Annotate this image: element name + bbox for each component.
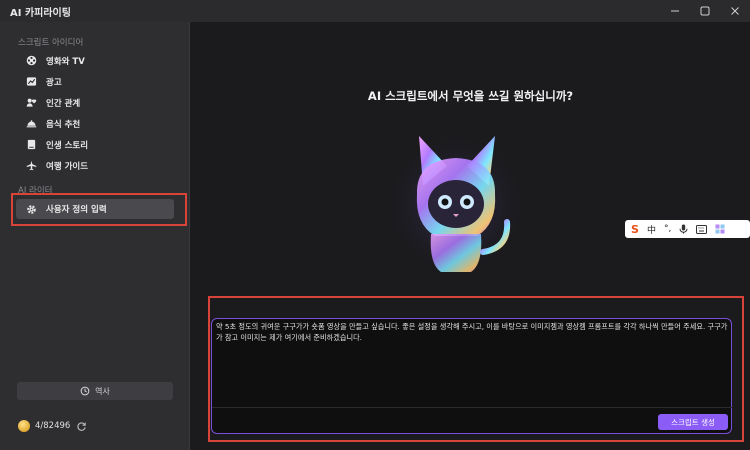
coin-icon bbox=[18, 420, 30, 432]
highlight-box-custom-input bbox=[11, 193, 187, 226]
ime-toolbar: S 中 °, bbox=[625, 220, 750, 238]
sidebar-item-label: 인생 스토리 bbox=[46, 140, 89, 151]
window-controls bbox=[660, 0, 750, 22]
minimize-button[interactable] bbox=[660, 0, 690, 22]
sidebar-item-ads[interactable]: 광고 bbox=[16, 72, 174, 91]
maximize-button[interactable] bbox=[690, 0, 720, 22]
credits-value: 4/82496 bbox=[35, 421, 71, 431]
heart-people-icon bbox=[24, 96, 38, 110]
close-icon bbox=[731, 7, 739, 15]
sidebar-item-label: 음식 추천 bbox=[46, 119, 81, 130]
airplane-icon bbox=[24, 159, 38, 173]
sidebar-item-label: 여행 가이드 bbox=[46, 161, 89, 172]
sidebar-item-life-story[interactable]: 인생 스토리 bbox=[16, 135, 174, 154]
punctuation-toggle[interactable]: °, bbox=[664, 224, 671, 234]
sidebar-item-label: 광고 bbox=[46, 77, 62, 88]
history-clock-icon bbox=[80, 386, 90, 396]
generate-script-button[interactable]: 스크립트 생성 bbox=[658, 414, 728, 430]
refresh-icon[interactable] bbox=[76, 421, 87, 432]
title-bar: AI 카피라이팅 bbox=[0, 0, 750, 22]
sidebar-item-label: 인간 관계 bbox=[46, 98, 81, 109]
microphone-icon[interactable] bbox=[679, 224, 688, 234]
skin-grid-icon[interactable] bbox=[715, 224, 725, 234]
sidebar-item-relationships[interactable]: 인간 관계 bbox=[16, 93, 174, 112]
chart-icon bbox=[24, 75, 38, 89]
keyboard-icon[interactable] bbox=[696, 224, 708, 234]
sidebar-item-label: 영화와 TV bbox=[46, 56, 85, 67]
minimize-icon bbox=[671, 10, 679, 12]
prompt-input[interactable]: 약 5초 정도의 귀여운 구구가가 숏폼 영상을 만들고 싶습니다. 좋은 설정… bbox=[211, 318, 732, 434]
history-label: 역사 bbox=[95, 386, 110, 396]
credits-counter: 4/82496 bbox=[18, 420, 87, 432]
prompt-text[interactable]: 약 5초 정도의 귀여운 구구가가 숏폼 영상을 만들고 싶습니다. 좋은 설정… bbox=[212, 321, 733, 343]
cat-illustration bbox=[386, 134, 526, 274]
close-button[interactable] bbox=[720, 0, 750, 22]
history-button[interactable]: 역사 bbox=[17, 382, 173, 400]
sogou-logo-icon[interactable]: S bbox=[631, 223, 639, 236]
prompt-divider bbox=[212, 407, 732, 408]
chinese-mode-toggle[interactable]: 中 bbox=[647, 223, 656, 236]
sidebar-item-travel[interactable]: 여행 가이드 bbox=[16, 156, 174, 175]
section-label-script-ideas: 스크립트 아이디어 bbox=[18, 38, 84, 48]
sidebar-item-food[interactable]: 음식 추천 bbox=[16, 114, 174, 133]
food-cloche-icon bbox=[24, 117, 38, 131]
app-title: AI 카피라이팅 bbox=[10, 7, 71, 19]
maximize-icon bbox=[700, 6, 710, 16]
page-title: AI 스크립트에서 무엇을 쓰길 원하십니까? bbox=[367, 89, 574, 103]
film-reel-icon bbox=[24, 54, 38, 68]
book-icon bbox=[24, 138, 38, 152]
sidebar-item-movies-tv[interactable]: 영화와 TV bbox=[16, 51, 174, 70]
